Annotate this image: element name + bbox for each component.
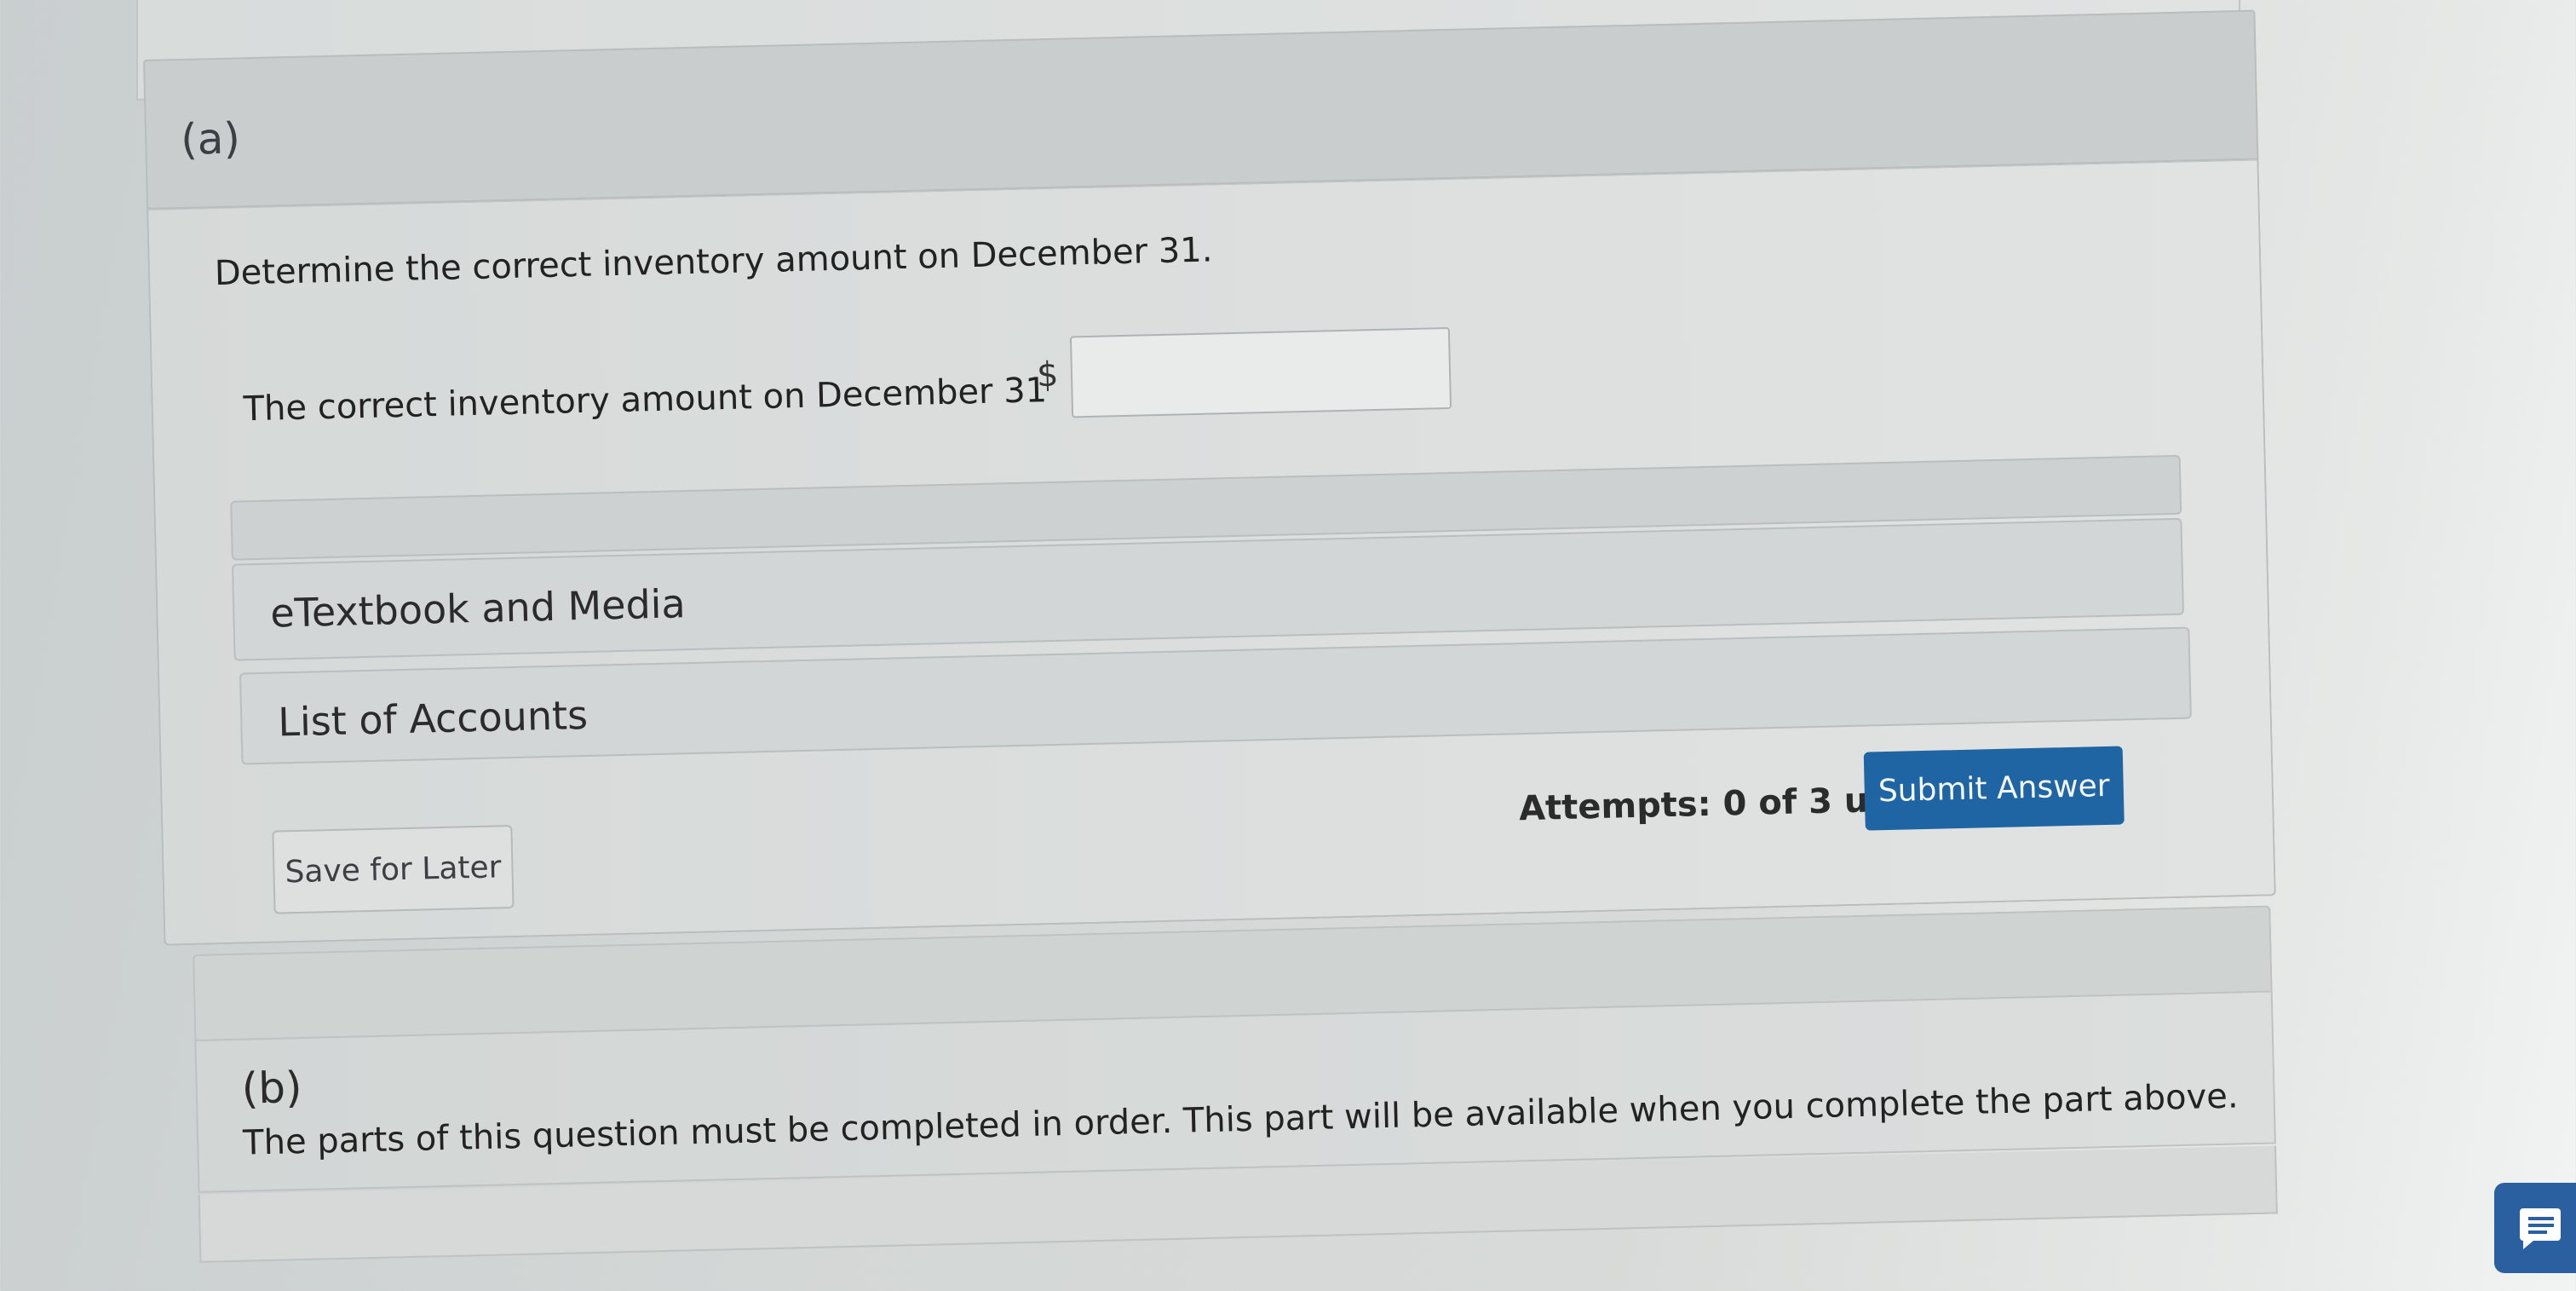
currency-symbol: $ xyxy=(1036,354,1060,395)
part-a-label: (a) xyxy=(180,113,241,164)
list-of-accounts-label: List of Accounts xyxy=(277,691,589,746)
save-for-later-button[interactable]: Save for Later xyxy=(272,825,515,914)
chat-icon xyxy=(2520,1208,2561,1249)
etextbook-media-label: eTextbook and Media xyxy=(269,580,687,637)
part-b-card: (b) The parts of this question must be c… xyxy=(193,905,2278,1263)
chat-button[interactable] xyxy=(2494,1183,2576,1273)
submit-answer-button[interactable]: Submit Answer xyxy=(1863,746,2125,831)
part-a-card: (a) Determine the correct inventory amou… xyxy=(143,9,2276,946)
inventory-amount-input[interactable] xyxy=(1069,326,1452,418)
part-b-label: (b) xyxy=(241,1063,303,1114)
